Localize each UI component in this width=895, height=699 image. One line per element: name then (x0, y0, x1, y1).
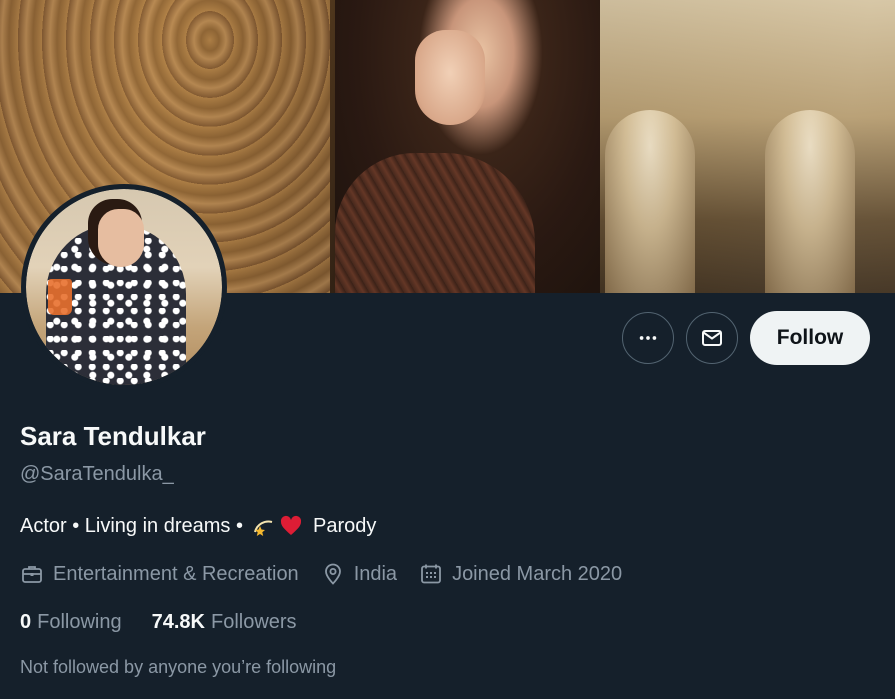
red-heart-emoji (279, 514, 303, 538)
profile-joined: Joined March 2020 (419, 562, 622, 586)
banner-face (415, 30, 485, 125)
follow-button[interactable]: Follow (750, 311, 870, 365)
red-heart-icon (280, 515, 302, 535)
banner-arch (605, 110, 695, 293)
followers-label: Followers (210, 611, 297, 633)
bio-text: Actor • Living in dreams • (20, 514, 243, 537)
dizzy-star-emoji (251, 514, 275, 538)
banner-arch (765, 110, 855, 293)
banner-person (335, 0, 600, 293)
calendar-icon (421, 564, 441, 584)
briefcase-icon (22, 566, 42, 583)
profile-stats: 0 Following 74.8K Followers (20, 611, 327, 634)
profile-avatar[interactable] (21, 184, 227, 390)
dizzy-star-icon (254, 520, 273, 536)
profile-name: Sara Tendulkar (20, 421, 206, 451)
avatar-head (98, 209, 144, 267)
followers-link[interactable]: 74.8K Followers (152, 611, 297, 634)
following-count: 0 (20, 611, 32, 633)
profile-category: Entertainment & Recreation (20, 562, 299, 586)
avatar-image (26, 189, 222, 385)
more-horizontal-icon (639, 336, 657, 340)
joined-label: Joined March 2020 (452, 562, 623, 585)
profile-actions: Follow (622, 311, 870, 365)
following-label: Following (37, 611, 122, 633)
location-pin-icon (324, 563, 341, 585)
profile-location: India (321, 562, 397, 586)
profile-meta: Entertainment & Recreation India Joined … (20, 562, 644, 586)
category-label: Entertainment & Recreation (53, 562, 299, 585)
mutual-followers-note: Not followed by anyone you’re following (20, 657, 337, 677)
location-label: India (353, 562, 398, 585)
followers-count: 74.8K (151, 611, 205, 633)
envelope-icon (702, 330, 722, 346)
more-button[interactable] (622, 312, 674, 364)
message-button[interactable] (686, 312, 738, 364)
following-link[interactable]: 0 Following (20, 611, 122, 634)
bio-suffix: Parody (312, 514, 377, 537)
profile-bio: Actor • Living in dreams • Parody (20, 514, 376, 538)
banner-dress (335, 153, 535, 293)
profile-handle: @SaraTendulka_ (20, 463, 174, 485)
avatar-drink (48, 279, 72, 315)
